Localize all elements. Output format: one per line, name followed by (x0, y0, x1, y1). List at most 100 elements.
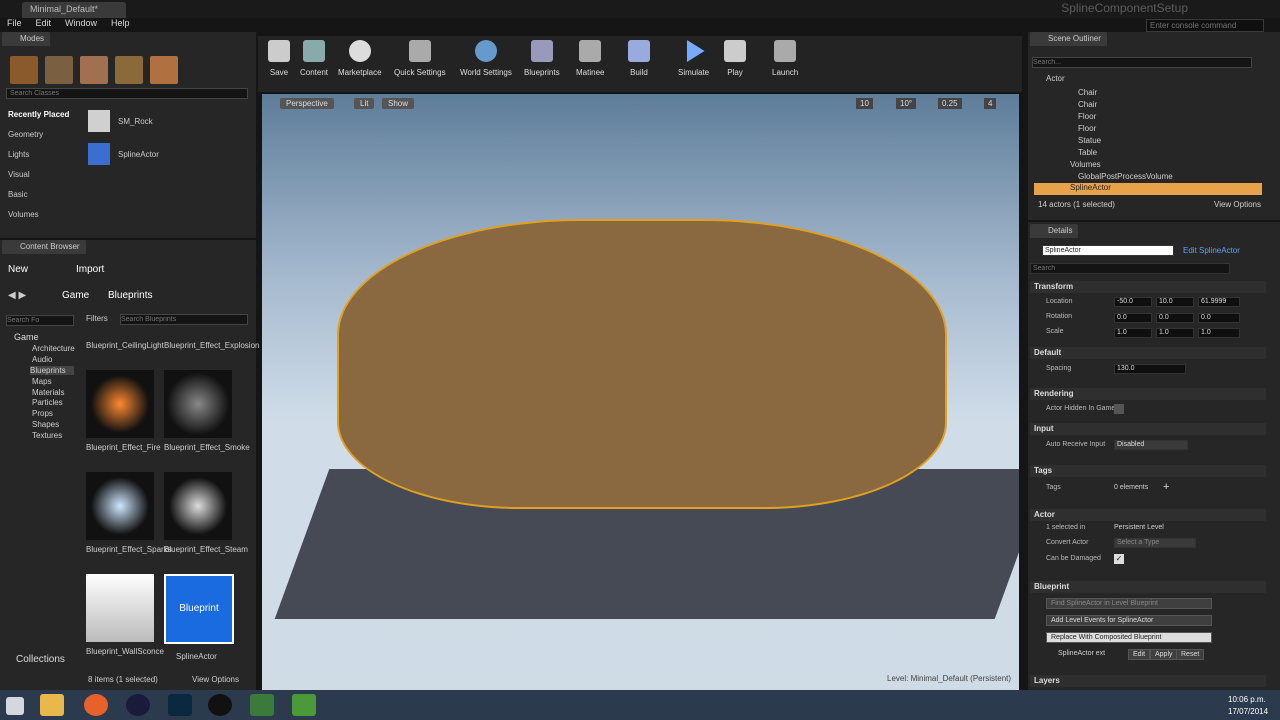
asset-tile[interactable]: Blueprint_Effect_Steam (164, 545, 248, 554)
photoshop-icon[interactable] (168, 694, 192, 716)
details-search[interactable] (1030, 263, 1230, 274)
console-input[interactable] (1146, 19, 1264, 32)
steam-thumbnail[interactable] (164, 472, 232, 540)
fire-thumbnail[interactable] (86, 370, 154, 438)
windows-start-icon[interactable] (6, 697, 24, 715)
reset-button[interactable]: Reset (1176, 649, 1205, 660)
content-button[interactable]: Content (300, 40, 328, 77)
collections-button[interactable]: Collections (16, 654, 65, 665)
filters-button[interactable]: Filters (86, 314, 108, 323)
camera-speed[interactable]: 4 (984, 98, 997, 109)
tree-folder[interactable]: Props (32, 409, 53, 418)
rendering-section[interactable]: Rendering (1030, 388, 1266, 400)
foliage-mode-icon[interactable] (115, 56, 143, 84)
rotation-y[interactable]: 0.0 (1156, 313, 1194, 323)
convert-actor-dropdown[interactable]: Select a Type (1114, 538, 1196, 548)
outliner-row-selected[interactable]: SplineActor (1034, 183, 1262, 195)
menu-file[interactable]: File (7, 18, 22, 32)
asset-tile[interactable]: Blueprint_WallSconce (86, 647, 164, 656)
search-blueprints-input[interactable] (120, 314, 248, 325)
tree-folder-selected[interactable]: Blueprints (30, 366, 74, 375)
replace-with-composited-blueprint-button[interactable]: Replace With Composited Blueprint (1046, 632, 1212, 643)
outliner-folder[interactable]: Volumes (1070, 160, 1101, 169)
category-geometry[interactable]: Geometry (8, 130, 43, 139)
outliner-row[interactable]: Table (1078, 148, 1097, 157)
add-level-events-dropdown[interactable]: Add Level Events for SplineActor (1046, 615, 1212, 626)
smoke-thumbnail[interactable] (164, 370, 232, 438)
edit-button[interactable]: Edit (1128, 649, 1151, 660)
marketplace-button[interactable]: Marketplace (338, 40, 382, 77)
asset-tile[interactable]: SplineActor (176, 652, 217, 661)
outliner-row[interactable]: Chair (1078, 88, 1097, 97)
new-button[interactable]: New (8, 264, 28, 275)
spacing-field[interactable]: 130.0 (1114, 364, 1186, 374)
document-tab[interactable]: Minimal_Default* (22, 2, 126, 18)
details-tab[interactable]: Details (1030, 224, 1079, 238)
rotation-z[interactable]: 0.0 (1198, 313, 1240, 323)
find-in-level-blueprint-button[interactable]: Find SplineActor in Level Blueprint (1046, 598, 1212, 609)
rotation-snap[interactable]: 10° (896, 98, 917, 109)
play-button[interactable]: Play (724, 40, 746, 77)
simulate-button[interactable]: Simulate (678, 40, 709, 77)
placed-item[interactable]: SplineActor (88, 142, 159, 166)
can-be-damaged-checkbox[interactable]: ✓ (1114, 554, 1124, 564)
category-basic[interactable]: Basic (8, 190, 28, 199)
auto-receive-input-dropdown[interactable]: Disabled (1114, 440, 1188, 450)
launch-button[interactable]: Launch (772, 40, 798, 77)
breadcrumb-game[interactable]: Game (62, 290, 89, 301)
matinee-button[interactable]: Matinee (576, 40, 604, 77)
transform-section[interactable]: Transform (1030, 281, 1266, 293)
tree-folder[interactable]: Materials (32, 388, 64, 397)
place-mode-icon[interactable] (10, 56, 38, 84)
scale-z[interactable]: 1.0 (1198, 328, 1240, 338)
modes-tab[interactable]: Modes (2, 32, 51, 46)
apply-button[interactable]: Apply (1150, 649, 1178, 660)
tree-folder[interactable]: Shapes (32, 420, 59, 429)
asset-tile[interactable]: Blueprint_CeilingLight (86, 341, 164, 350)
scale-snap[interactable]: 0.25 (938, 98, 962, 109)
actor-column-header[interactable]: Actor (1046, 74, 1065, 83)
tags-section[interactable]: Tags (1030, 465, 1266, 477)
file-explorer-icon[interactable] (40, 694, 64, 716)
scale-y[interactable]: 1.0 (1156, 328, 1194, 338)
add-tag-icon[interactable]: + (1163, 481, 1169, 493)
input-section[interactable]: Input (1030, 423, 1266, 435)
grid-snap[interactable]: 10 (856, 98, 873, 109)
show-button[interactable]: Show (382, 98, 415, 109)
location-y[interactable]: 10.0 (1156, 297, 1194, 307)
actor-name-field[interactable] (1042, 245, 1174, 256)
spline-blueprint-thumbnail[interactable]: Blueprint (164, 574, 234, 644)
perspective-button[interactable]: Perspective (280, 98, 334, 109)
tree-folder[interactable]: Textures (32, 431, 62, 440)
rotation-x[interactable]: 0.0 (1114, 313, 1152, 323)
menu-help[interactable]: Help (111, 18, 130, 32)
camtasia-icon[interactable] (250, 694, 274, 716)
placed-item[interactable]: SM_Rock (88, 109, 153, 133)
outliner-search[interactable] (1032, 57, 1252, 68)
tree-game[interactable]: Game (14, 332, 39, 342)
search-classes-input[interactable] (6, 88, 248, 99)
geometry-mode-icon[interactable] (150, 56, 178, 84)
menu-edit[interactable]: Edit (36, 18, 52, 32)
default-section[interactable]: Default (1030, 347, 1266, 359)
paint-mode-icon[interactable] (45, 56, 73, 84)
asset-tile[interactable]: Blueprint_Effect_Fire (86, 443, 161, 452)
level-viewport[interactable]: Perspective Lit Show 10 10° 0.25 4 Level… (262, 94, 1019, 690)
asset-tile[interactable]: Blueprint_Effect_Smoke (164, 443, 250, 452)
category-visual[interactable]: Visual (8, 170, 30, 179)
save-button[interactable]: Save (268, 40, 290, 77)
sparks-thumbnail[interactable] (86, 472, 154, 540)
outliner-row[interactable]: Floor (1078, 112, 1096, 121)
outliner-row[interactable]: GlobalPostProcessVolume (1078, 172, 1173, 181)
tree-folder[interactable]: Architecture (32, 344, 75, 353)
outliner-row[interactable]: Statue (1078, 136, 1101, 145)
tree-folder[interactable]: Maps (32, 377, 52, 386)
outliner-row[interactable]: Floor (1078, 124, 1096, 133)
unreal-editor-icon[interactable] (208, 694, 232, 716)
outliner-view-options[interactable]: View Options (1214, 200, 1261, 209)
world-settings-button[interactable]: World Settings (460, 40, 512, 77)
cb-view-options[interactable]: View Options (192, 675, 239, 684)
outliner-tab[interactable]: Scene Outliner (1030, 32, 1107, 46)
asset-tile[interactable]: Blueprint_Effect_Sparks (86, 545, 172, 554)
outliner-row[interactable]: Chair (1078, 100, 1097, 109)
